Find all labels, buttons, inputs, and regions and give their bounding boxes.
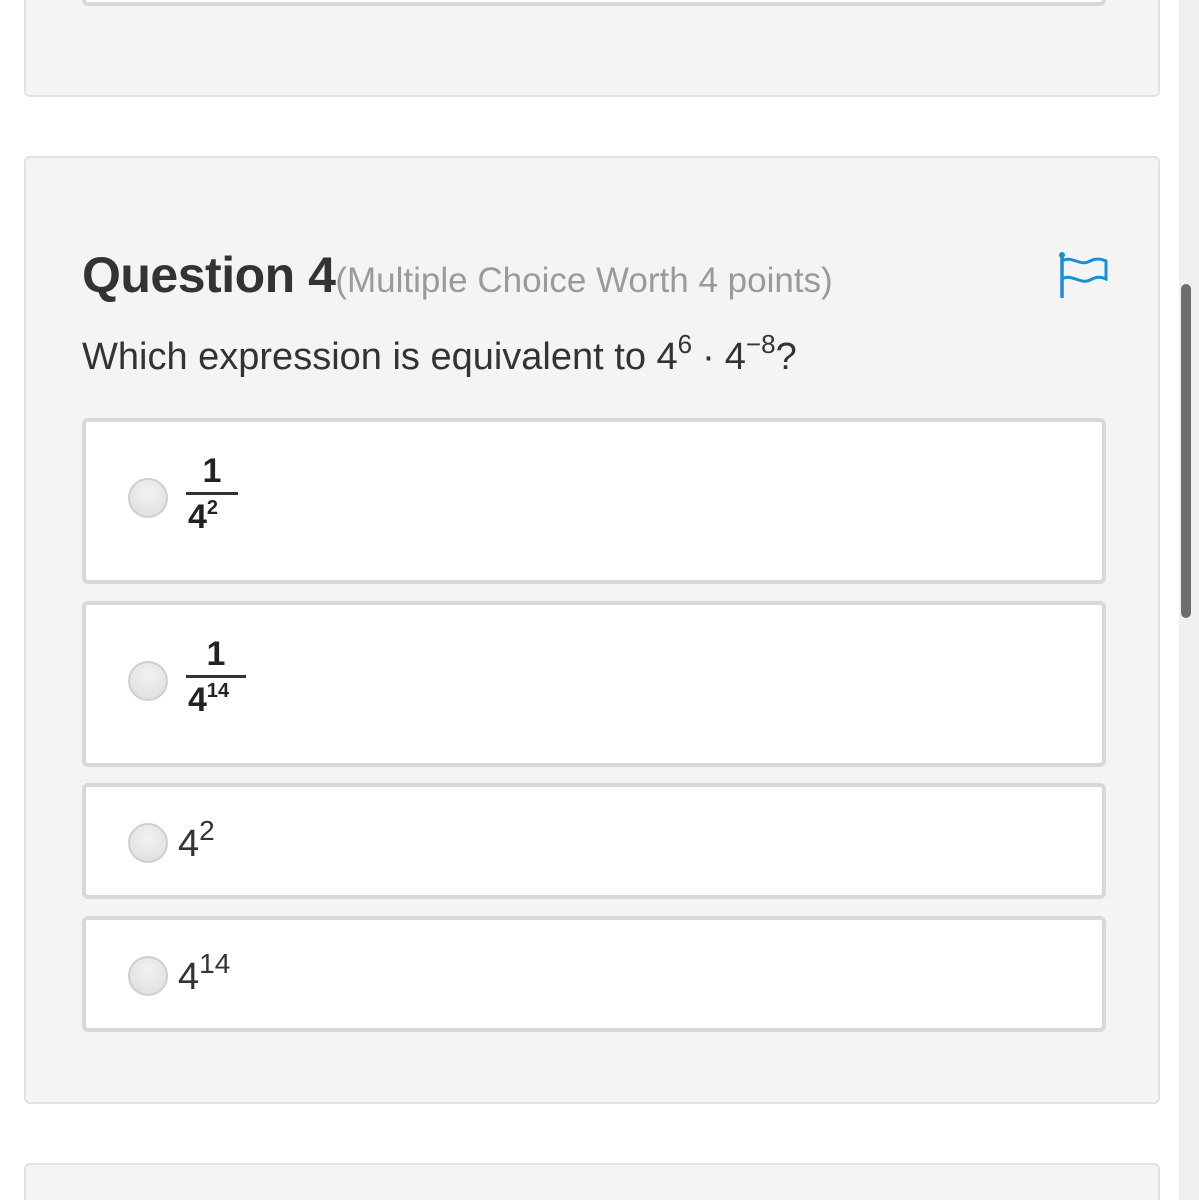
fraction-bar	[186, 492, 238, 495]
power-c: 42	[178, 815, 215, 866]
answer-option-a[interactable]: 1 42	[82, 418, 1106, 584]
fraction-denominator: 414	[188, 680, 230, 719]
question-text-suffix: ?	[775, 336, 797, 378]
fraction-a: 1 42	[186, 452, 238, 535]
fraction-denominator: 42	[188, 497, 219, 536]
question-header: Question 4(Multiple Choice Worth 4 point…	[82, 246, 833, 304]
flag-icon[interactable]	[1056, 251, 1110, 299]
answer-option-c[interactable]: 42	[82, 783, 1106, 899]
question-meta: (Multiple Choice Worth 4 points)	[335, 261, 833, 300]
fraction-numerator: 1	[202, 452, 222, 490]
question-text-prefix: Which expression is equivalent to	[82, 336, 657, 378]
quiz-page: Question 4(Multiple Choice Worth 4 point…	[0, 0, 1199, 1200]
fraction-numerator: 1	[206, 635, 226, 673]
expression-exponent-1: 6	[677, 329, 693, 359]
expression-exponent-2: −8	[745, 329, 776, 359]
radio-button-b[interactable]	[128, 661, 168, 701]
answer-option-d[interactable]: 414	[82, 916, 1106, 1032]
expression-base-1: 4	[656, 336, 678, 378]
next-question-card	[24, 1163, 1160, 1200]
radio-button-d[interactable]	[128, 956, 168, 996]
fraction-bar	[186, 675, 246, 678]
answer-option-b[interactable]: 1 414	[82, 601, 1106, 767]
question-title: Question 4	[82, 247, 336, 303]
radio-button-a[interactable]	[128, 478, 168, 518]
radio-button-c[interactable]	[128, 823, 168, 863]
previous-question-card	[24, 0, 1160, 97]
multiplication-dot: ·	[702, 336, 715, 378]
previous-answer-option[interactable]	[82, 0, 1106, 6]
expression-base-2: 4	[724, 336, 746, 378]
fraction-b: 1 414	[186, 635, 246, 718]
question-text: Which expression is equivalent to 46 · 4−8…	[82, 331, 797, 379]
scrollbar-thumb[interactable]	[1181, 284, 1191, 618]
question-card: Question 4(Multiple Choice Worth 4 point…	[24, 156, 1160, 1104]
power-d: 414	[178, 948, 231, 999]
